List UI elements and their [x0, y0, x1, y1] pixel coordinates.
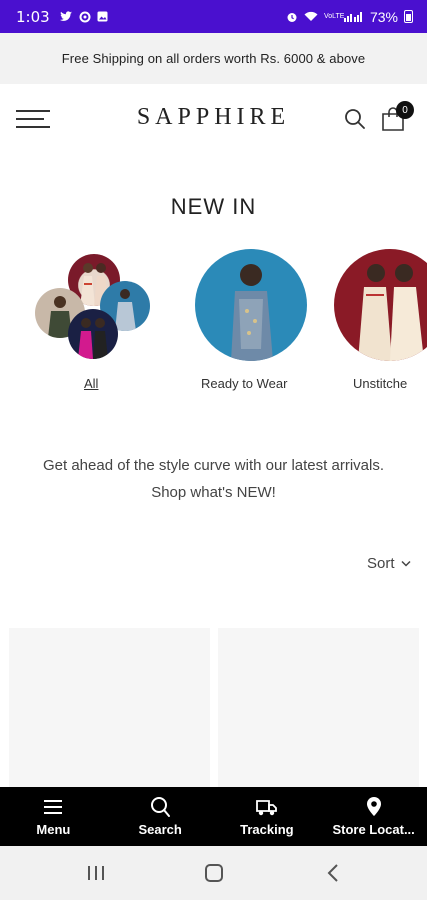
category-ready-to-wear[interactable]: Ready to Wear	[190, 248, 312, 398]
signal-icon	[343, 12, 362, 22]
battery-percent: 73%	[369, 8, 398, 25]
nav-tracking[interactable]: Tracking	[214, 787, 321, 846]
sort-label: Sort	[367, 555, 395, 572]
nav-search-label: Search	[138, 822, 182, 837]
category-ready-to-wear-image	[195, 249, 307, 361]
nav-menu[interactable]: Menu	[0, 787, 107, 846]
category-unstitched[interactable]: Unstitche	[333, 248, 427, 398]
model-illustration	[78, 318, 108, 359]
status-time: 1:03	[16, 7, 50, 26]
category-all-label: All	[84, 376, 99, 391]
back-icon[interactable]	[322, 862, 346, 884]
nav-search[interactable]: Search	[107, 787, 214, 846]
network-label: VoLTE	[323, 13, 345, 20]
twitter-icon	[59, 11, 72, 21]
location-pin-icon	[366, 797, 381, 816]
product-card[interactable]	[9, 628, 210, 788]
nav-store-locator-label: Store Locat...	[332, 822, 415, 837]
category-all-image-4	[68, 309, 118, 359]
model-illustration	[231, 264, 273, 361]
home-icon[interactable]	[202, 862, 226, 884]
menu-icon	[44, 800, 63, 814]
nav-tracking-label: Tracking	[240, 822, 294, 837]
status-bar: 1:03 VoLTE 73%	[0, 0, 427, 33]
category-all[interactable]: All	[30, 250, 156, 400]
truck-icon	[255, 800, 277, 816]
category-ready-to-wear-label: Ready to Wear	[201, 376, 288, 391]
chevron-down-icon	[400, 560, 411, 567]
cart-count-badge: 0	[396, 101, 414, 119]
site-header: SAPPHIRE 0	[0, 84, 427, 154]
product-card[interactable]	[218, 628, 419, 788]
recent-apps-icon[interactable]	[84, 862, 108, 884]
page-title: NEW IN	[170, 194, 257, 219]
bottom-navigation: Menu Search Tracking Store Locat...	[0, 787, 427, 846]
category-unstitched-label: Unstitche	[353, 376, 408, 391]
system-navigation-bar	[0, 846, 427, 900]
search-icon	[151, 797, 171, 817]
announcement-bar: Free Shipping on all orders worth Rs. 60…	[0, 33, 427, 84]
status-left: 1:03	[16, 8, 108, 26]
category-unstitched-image	[334, 249, 427, 361]
alarm-icon	[287, 12, 297, 22]
battery-icon	[404, 10, 413, 23]
image-icon	[97, 11, 108, 22]
model-illustration	[358, 264, 424, 361]
search-icon[interactable]	[344, 108, 366, 130]
status-right: VoLTE 73%	[286, 9, 413, 25]
nav-menu-label: Menu	[36, 822, 71, 837]
announcement-text: Free Shipping on all orders worth Rs. 60…	[61, 51, 366, 66]
settings-icon	[79, 11, 91, 22]
page-description: Get ahead of the style curve with our la…	[43, 457, 384, 501]
sort-dropdown[interactable]: Sort	[367, 555, 411, 572]
wifi-icon	[304, 11, 318, 21]
nav-store-locator[interactable]: Store Locat...	[320, 787, 427, 846]
